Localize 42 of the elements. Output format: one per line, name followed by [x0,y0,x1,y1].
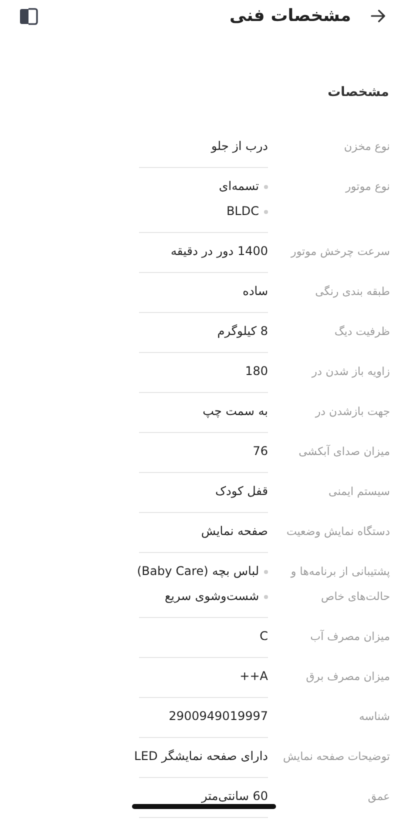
spec-label: پشتیبانی از برنامه‌ها و حالت‌های خاص [289,564,390,605]
spec-value: BLDC [226,203,259,220]
bullet-icon [264,594,268,598]
spec-value: شست‌وشوی سریع [164,588,259,605]
page-title: مشخصات فنی [230,6,351,26]
bullet-icon [264,184,268,188]
spec-value: C [260,628,268,645]
spec-value: 180 [245,363,268,380]
spec-value: قفل کودک [215,483,268,500]
spec-label: جهت بازشدن در [314,404,390,420]
spec-label: میزان مصرف آب [309,628,390,645]
spec-value: تسمه‌ای [218,178,259,195]
spec-value: 1400 دور در دقیقه [170,243,268,260]
spec-label: سیستم ایمنی [328,484,390,500]
spec-label: عمق [366,789,390,805]
spec-value: به سمت چپ [202,403,268,420]
spec-label: میزان صدای آبکشی [298,444,390,460]
spec-value: 2900949019997 [168,708,268,725]
panel-icon[interactable] [18,8,39,24]
spec-value: لباس بچه (Baby Care) [136,563,259,580]
bullet-icon [264,570,268,574]
spec-label: طبقه بندی رنگی [314,284,390,300]
spec-label: نوع مخزن [343,139,390,155]
spec-value: 8 کیلوگرم [217,323,268,340]
spec-value: 76 [252,443,268,460]
spec-label: زاویه باز شدن در [310,364,390,380]
spec-label: میزان مصرف برق [305,669,390,685]
bullet-icon [264,210,268,214]
spec-label: دستگاه نمایش وضعیت [285,524,390,540]
section-title: مشخصات [326,84,390,102]
spec-value: درب از جلو [211,138,268,155]
spec-value: 60 سانتی‌متر [202,788,268,805]
spec-value: A++ [240,668,268,685]
spec-label: ظرفیت دیگ [333,324,390,340]
back-arrow-icon[interactable] [369,7,387,25]
spec-value: ساده [242,283,268,300]
spec-label: شناسه [358,709,390,725]
spec-label: توضیحات صفحه نمایش [282,749,390,765]
spec-label: نوع موتور [344,179,390,195]
spec-value: دارای صفحه نمایشگر LED [134,748,268,765]
spec-value: صفحه نمایش [201,523,268,540]
spec-label: سرعت چرخش موتور [290,244,390,260]
